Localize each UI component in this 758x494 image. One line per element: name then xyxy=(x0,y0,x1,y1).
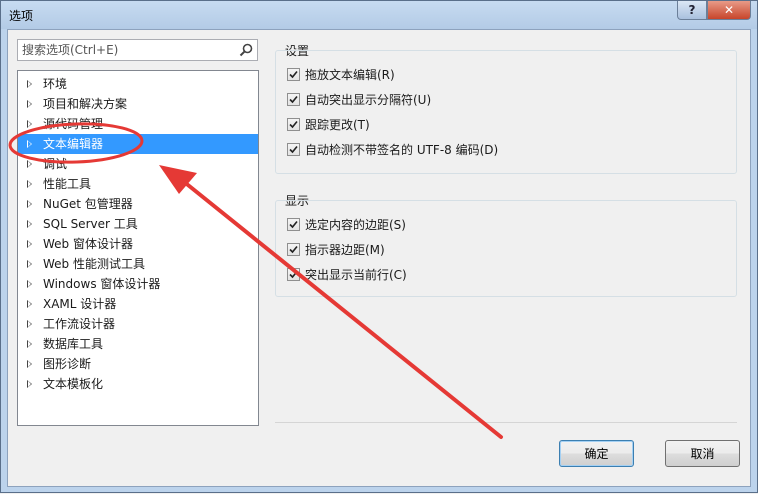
tree-item-label: 环境 xyxy=(43,77,68,91)
tree-item-label: 图形诊断 xyxy=(43,357,92,371)
checkmark-icon xyxy=(289,245,298,254)
checkmark-icon xyxy=(289,70,298,79)
checkmark-icon xyxy=(289,270,298,279)
button-separator xyxy=(275,422,737,423)
tree-item-label: 源代码管理 xyxy=(43,117,104,131)
expand-arrow-icon[interactable] xyxy=(27,180,32,188)
close-icon: ✕ xyxy=(723,3,735,17)
expand-arrow-icon[interactable] xyxy=(27,280,32,288)
checkbox[interactable] xyxy=(287,218,300,231)
tree-item-label: 调试 xyxy=(43,157,68,171)
help-button[interactable]: ? xyxy=(677,1,707,20)
expand-arrow-icon[interactable] xyxy=(27,260,32,268)
tree-item[interactable]: 图形诊断 xyxy=(18,354,258,374)
expand-arrow-icon[interactable] xyxy=(27,80,32,88)
tree-item[interactable]: Web 窗体设计器 xyxy=(18,234,258,254)
checkbox-label: 跟踪更改(T) xyxy=(305,118,370,132)
tree-item-label: 性能工具 xyxy=(43,177,92,191)
tree-item[interactable]: 数据库工具 xyxy=(18,334,258,354)
tree-item[interactable]: NuGet 包管理器 xyxy=(18,194,258,214)
checkbox-label: 突出显示当前行(C) xyxy=(305,268,407,282)
expand-arrow-icon[interactable] xyxy=(27,200,32,208)
tree-item[interactable]: Windows 窗体设计器 xyxy=(18,274,258,294)
tree-item[interactable]: XAML 设计器 xyxy=(18,294,258,314)
expand-arrow-icon[interactable] xyxy=(27,360,32,368)
checkbox-label: 选定内容的边距(S) xyxy=(305,218,406,232)
tree-item-label: SQL Server 工具 xyxy=(43,217,138,231)
checkmark-icon xyxy=(289,145,298,154)
search-input[interactable] xyxy=(18,40,241,60)
checkbox[interactable] xyxy=(287,143,300,156)
tree-item-label: 数据库工具 xyxy=(43,337,104,351)
search-box xyxy=(17,39,258,61)
tree-item-label: Windows 窗体设计器 xyxy=(43,277,161,291)
expand-arrow-icon[interactable] xyxy=(27,160,32,168)
expand-arrow-icon[interactable] xyxy=(27,220,32,228)
close-button[interactable]: ✕ xyxy=(707,1,751,20)
checkmark-icon xyxy=(289,95,298,104)
checkbox-label: 自动突出显示分隔符(U) xyxy=(305,93,432,107)
expand-arrow-icon[interactable] xyxy=(27,240,32,248)
checkbox[interactable] xyxy=(287,118,300,131)
tree-item-label: Web 性能测试工具 xyxy=(43,257,145,271)
title-bar[interactable]: 选项 ? ✕ xyxy=(1,1,757,29)
help-icon: ? xyxy=(688,3,696,17)
cancel-button[interactable]: 取消 xyxy=(665,440,740,467)
tree-item[interactable]: 性能工具 xyxy=(18,174,258,194)
checkmark-icon xyxy=(289,220,298,229)
tree-item-label: 文本编辑器 xyxy=(43,137,104,151)
tree-item-label: Web 窗体设计器 xyxy=(43,237,133,251)
expand-arrow-icon[interactable] xyxy=(27,320,32,328)
tree-item[interactable]: 文本编辑器 xyxy=(18,134,258,154)
checkbox-label: 指示器边距(M) xyxy=(305,243,385,257)
checkbox[interactable] xyxy=(287,268,300,281)
options-tree[interactable]: 环境项目和解决方案 源代码管理文本编辑器调试性能工具 NuGet 包管理器 SQL S… xyxy=(17,70,259,426)
expand-arrow-icon[interactable] xyxy=(27,120,32,128)
tree-item-label: 项目和解决方案 xyxy=(43,97,128,111)
search-icon[interactable] xyxy=(238,42,254,58)
checkbox[interactable] xyxy=(287,68,300,81)
checkbox-label: 拖放文本编辑(R) xyxy=(305,68,395,82)
expand-arrow-icon[interactable] xyxy=(27,340,32,348)
window-title: 选项 xyxy=(9,9,34,23)
tree-item-label: 工作流设计器 xyxy=(43,317,116,331)
checkbox-label: 自动检测不带签名的 UTF-8 编码(D) xyxy=(305,143,499,157)
ok-button[interactable]: 确定 xyxy=(559,440,634,467)
checkbox[interactable] xyxy=(287,93,300,106)
expand-arrow-icon[interactable] xyxy=(27,380,32,388)
tree-item[interactable]: 文本模板化 xyxy=(18,374,258,394)
tree-item[interactable]: SQL Server 工具 xyxy=(18,214,258,234)
tree-item[interactable]: 环境 xyxy=(18,74,258,94)
checkmark-icon xyxy=(289,120,298,129)
options-dialog: 选项 ? ✕ 环境项目和解决方案源代码管理文本编辑器调试性能工具 NuGet 包管… xyxy=(0,0,758,493)
tree-item[interactable]: 项目和解决方案 xyxy=(18,94,258,114)
tree-item-label: XAML 设计器 xyxy=(43,297,117,311)
expand-arrow-icon[interactable] xyxy=(27,100,32,108)
tree-item[interactable]: 工作流设计器 xyxy=(18,314,258,334)
expand-arrow-icon[interactable] xyxy=(27,300,32,308)
expand-arrow-icon[interactable] xyxy=(27,140,32,148)
tree-item[interactable]: 源代码管理 xyxy=(18,114,258,134)
dialog-client-area: 环境项目和解决方案源代码管理文本编辑器调试性能工具 NuGet 包管理器 SQL S… xyxy=(7,29,751,487)
checkbox[interactable] xyxy=(287,243,300,256)
tree-item[interactable]: 调试 xyxy=(18,154,258,174)
tree-item-label: NuGet 包管理器 xyxy=(43,197,133,211)
tree-item-label: 文本模板化 xyxy=(43,377,104,391)
tree-item[interactable]: Web 性能测试工具 xyxy=(18,254,258,274)
